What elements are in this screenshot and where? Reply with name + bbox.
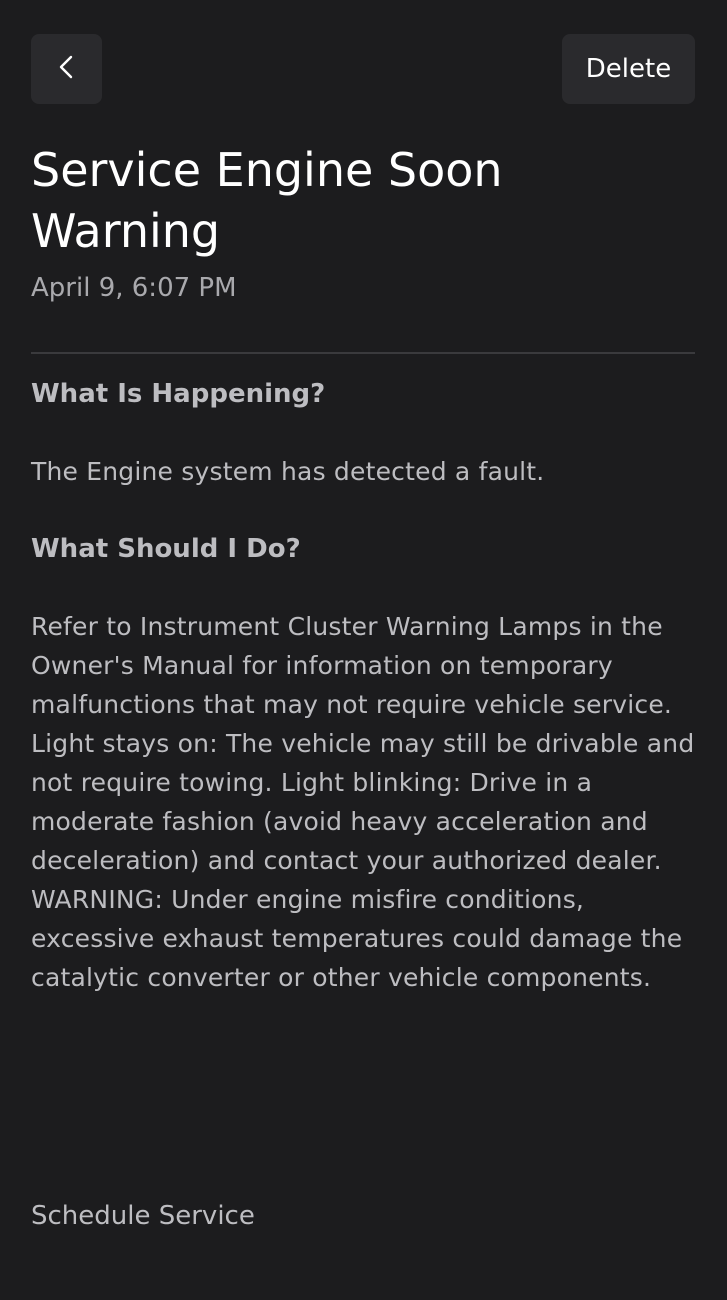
- notification-content: What Is Happening? The Engine system has…: [31, 374, 697, 1035]
- chevron-left-icon: [54, 54, 80, 84]
- delete-button[interactable]: Delete: [562, 34, 695, 104]
- schedule-service-button[interactable]: Schedule Service: [31, 1196, 255, 1236]
- timestamp: April 9, 6:07 PM: [31, 273, 237, 303]
- what-is-happening-body: The Engine system has detected a fault.: [31, 457, 545, 486]
- divider: [31, 352, 695, 354]
- what-is-happening-heading: What Is Happening?: [31, 379, 326, 409]
- top-bar: Delete: [31, 34, 695, 104]
- what-should-i-do-body: Refer to Instrument Cluster Warning Lamp…: [31, 612, 695, 992]
- what-should-i-do-heading: What Should I Do?: [31, 534, 301, 564]
- page-title: Service Engine Soon Warning: [31, 143, 503, 258]
- back-button[interactable]: [31, 34, 102, 104]
